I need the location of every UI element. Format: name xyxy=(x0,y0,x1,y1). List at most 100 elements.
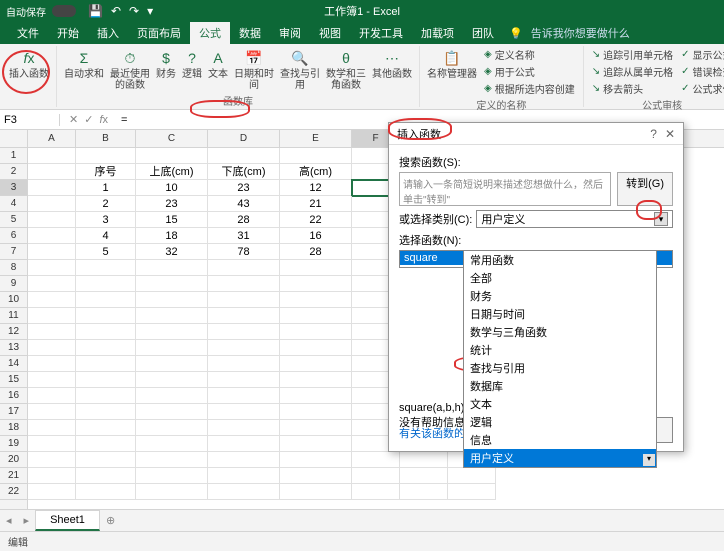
cell-E3[interactable]: 12 xyxy=(280,180,352,196)
ribbon-移去箭头[interactable]: ↘移去箭头 xyxy=(592,80,673,97)
row-header-14[interactable]: 14 xyxy=(0,356,27,372)
cell-D16[interactable] xyxy=(208,388,280,404)
tab-公式[interactable]: 公式 xyxy=(190,22,230,44)
cell-E7[interactable]: 28 xyxy=(280,244,352,260)
cell-C21[interactable] xyxy=(136,468,208,484)
tab-插入[interactable]: 插入 xyxy=(88,22,128,44)
ribbon-数学和三角函数[interactable]: θ数学和三角函数 xyxy=(323,46,369,93)
cell-A1[interactable] xyxy=(28,148,76,164)
dropdown-option[interactable]: 文本 xyxy=(464,395,656,413)
dropdown-option[interactable]: 数学与三角函数 xyxy=(464,323,656,341)
cell-D5[interactable]: 28 xyxy=(208,212,280,228)
cell-D11[interactable] xyxy=(208,308,280,324)
cell-C17[interactable] xyxy=(136,404,208,420)
row-header-16[interactable]: 16 xyxy=(0,388,27,404)
cell-D9[interactable] xyxy=(208,276,280,292)
row-header-19[interactable]: 19 xyxy=(0,436,27,452)
insert-function-button[interactable]: fx插入函数 xyxy=(6,46,52,82)
ribbon-财务[interactable]: $财务 xyxy=(153,46,179,93)
cell-D20[interactable] xyxy=(208,452,280,468)
cell-D4[interactable]: 43 xyxy=(208,196,280,212)
sheet-tab[interactable]: Sheet1 xyxy=(35,510,100,531)
cell-C12[interactable] xyxy=(136,324,208,340)
cell-D21[interactable] xyxy=(208,468,280,484)
cell-J21[interactable] xyxy=(400,468,448,484)
row-header-13[interactable]: 13 xyxy=(0,340,27,356)
cell-C3[interactable]: 10 xyxy=(136,180,208,196)
col-header-E[interactable]: E xyxy=(280,130,352,147)
tab-加载项[interactable]: 加载项 xyxy=(412,22,463,44)
row-header-11[interactable]: 11 xyxy=(0,308,27,324)
name-box[interactable]: F3 xyxy=(0,114,60,126)
cell-C15[interactable] xyxy=(136,372,208,388)
row-header-22[interactable]: 22 xyxy=(0,484,27,500)
cell-C9[interactable] xyxy=(136,276,208,292)
cell-E22[interactable] xyxy=(280,484,352,500)
cell-B19[interactable] xyxy=(76,436,136,452)
row-header-5[interactable]: 5 xyxy=(0,212,27,228)
cell-A4[interactable] xyxy=(28,196,76,212)
cell-B18[interactable] xyxy=(76,420,136,436)
cell-B4[interactable]: 2 xyxy=(76,196,136,212)
customize-icon[interactable]: ▾ xyxy=(147,4,153,18)
cell-E20[interactable] xyxy=(280,452,352,468)
dropdown-option[interactable]: 常用函数 xyxy=(464,251,656,269)
row-header-2[interactable]: 2 xyxy=(0,164,27,180)
cell-A2[interactable] xyxy=(28,164,76,180)
redo-icon[interactable]: ↷ xyxy=(129,4,139,18)
row-header-12[interactable]: 12 xyxy=(0,324,27,340)
dropdown-option[interactable]: 逻辑 xyxy=(464,413,656,431)
row-header-15[interactable]: 15 xyxy=(0,372,27,388)
cell-E16[interactable] xyxy=(280,388,352,404)
tab-页面布局[interactable]: 页面布局 xyxy=(128,22,190,44)
tab-开始[interactable]: 开始 xyxy=(48,22,88,44)
cancel-formula-icon[interactable]: ✕ xyxy=(69,113,78,126)
tab-团队[interactable]: 团队 xyxy=(463,22,503,44)
cell-A11[interactable] xyxy=(28,308,76,324)
cell-A7[interactable] xyxy=(28,244,76,260)
cell-B14[interactable] xyxy=(76,356,136,372)
cell-B13[interactable] xyxy=(76,340,136,356)
ribbon-逻辑[interactable]: ?逻辑 xyxy=(179,46,205,93)
cell-K21[interactable] xyxy=(448,468,496,484)
row-header-20[interactable]: 20 xyxy=(0,452,27,468)
cell-C10[interactable] xyxy=(136,292,208,308)
ribbon-查找与引用[interactable]: 🔍查找与引用 xyxy=(277,46,323,93)
cell-E11[interactable] xyxy=(280,308,352,324)
cell-B8[interactable] xyxy=(76,260,136,276)
cell-C22[interactable] xyxy=(136,484,208,500)
cell-J20[interactable] xyxy=(400,452,448,468)
cell-A18[interactable] xyxy=(28,420,76,436)
cell-A20[interactable] xyxy=(28,452,76,468)
cell-D6[interactable]: 31 xyxy=(208,228,280,244)
search-input[interactable]: 请输入一条简短说明来描述您想做什么，然后单击"转到" xyxy=(399,172,611,206)
cell-D22[interactable] xyxy=(208,484,280,500)
cell-B1[interactable] xyxy=(76,148,136,164)
ribbon-自动求和[interactable]: Σ自动求和 xyxy=(61,46,107,93)
cell-C16[interactable] xyxy=(136,388,208,404)
col-header-A[interactable]: A xyxy=(28,130,76,147)
tab-数据[interactable]: 数据 xyxy=(230,22,270,44)
row-header-10[interactable]: 10 xyxy=(0,292,27,308)
cell-A6[interactable] xyxy=(28,228,76,244)
cell-E9[interactable] xyxy=(280,276,352,292)
cell-A9[interactable] xyxy=(28,276,76,292)
cell-D12[interactable] xyxy=(208,324,280,340)
row-header-17[interactable]: 17 xyxy=(0,404,27,420)
cell-E5[interactable]: 22 xyxy=(280,212,352,228)
tab-审阅[interactable]: 审阅 xyxy=(270,22,310,44)
cell-E6[interactable]: 16 xyxy=(280,228,352,244)
cell-E14[interactable] xyxy=(280,356,352,372)
dropdown-option[interactable]: 信息 xyxy=(464,431,656,449)
cell-C18[interactable] xyxy=(136,420,208,436)
cell-B20[interactable] xyxy=(76,452,136,468)
tab-视图[interactable]: 视图 xyxy=(310,22,350,44)
row-header-4[interactable]: 4 xyxy=(0,196,27,212)
cell-D13[interactable] xyxy=(208,340,280,356)
cell-C7[interactable]: 32 xyxy=(136,244,208,260)
cell-C14[interactable] xyxy=(136,356,208,372)
cell-B10[interactable] xyxy=(76,292,136,308)
cell-F20[interactable] xyxy=(352,452,400,468)
cell-D18[interactable] xyxy=(208,420,280,436)
cell-E21[interactable] xyxy=(280,468,352,484)
